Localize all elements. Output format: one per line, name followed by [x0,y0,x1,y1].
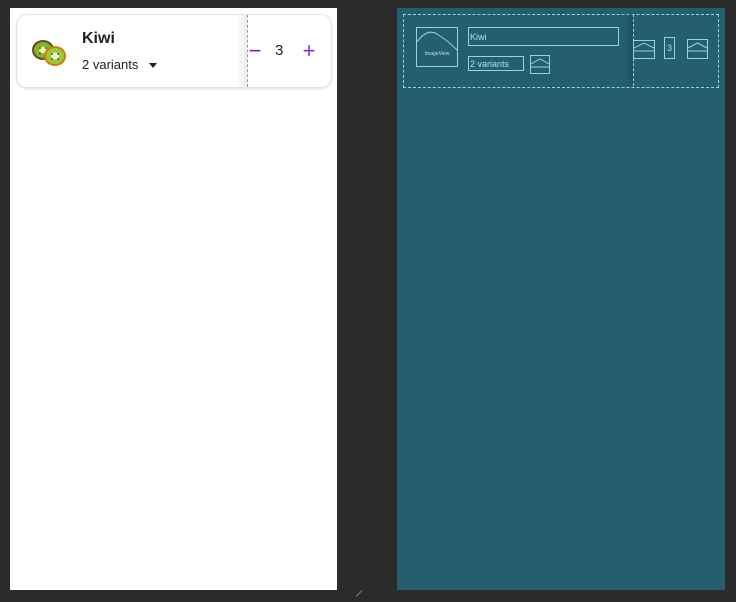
blueprint-name: Kiwi [468,27,619,46]
product-card[interactable]: Kiwi 2 variants − 3 + [16,14,332,88]
arrow-drop-down-icon[interactable] [149,63,157,68]
blueprint-quantity: 3 [664,37,675,59]
increase-quantity-button[interactable]: + [301,39,317,63]
blueprint-imageview-label: ImageView [424,51,450,57]
blueprint-preview: ImageView Kiwi 2 variants 3 [397,8,725,590]
quantity-value: 3 [275,42,284,59]
blueprint-minus-button [633,40,655,59]
decrease-quantity-button[interactable]: − [247,39,263,63]
blueprint-plus-button [687,39,708,59]
variants-selector[interactable]: 2 variants [82,57,138,72]
blueprint-imageview: ImageView [416,27,458,67]
blueprint-fade [623,14,633,86]
product-name: Kiwi [82,30,115,47]
blueprint-variants: 2 variants [468,56,524,71]
design-preview: Kiwi 2 variants − 3 + [10,8,337,590]
resize-handle[interactable] [355,590,363,597]
blueprint-drop-icon [530,55,550,74]
kiwi-image [32,40,66,66]
